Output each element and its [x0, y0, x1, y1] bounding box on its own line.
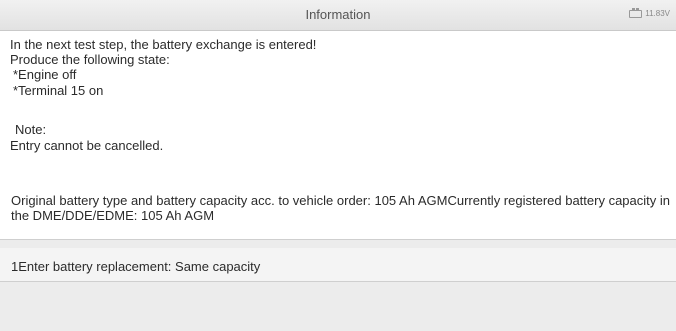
battery-info: Original battery type and battery capaci… — [11, 193, 670, 223]
battery-voltage: 11.83V — [645, 9, 670, 18]
message-panel: In the next test step, the battery excha… — [0, 31, 676, 240]
battery-icon — [629, 7, 643, 18]
page-title: Information — [305, 7, 371, 22]
message-line-4: *Terminal 15 on — [13, 83, 104, 98]
message-line-1: In the next test step, the battery excha… — [10, 37, 317, 52]
option-label: 1Enter battery replacement: Same capacit… — [11, 259, 261, 274]
message-line-3: *Engine off — [13, 67, 77, 82]
title-bar: Information 11.83V — [0, 0, 676, 31]
option-battery-replacement-same-capacity[interactable]: 1Enter battery replacement: Same capacit… — [0, 248, 676, 282]
battery-status: 11.83V — [629, 7, 670, 18]
message-line-2: Produce the following state: — [10, 52, 170, 67]
note-text: Entry cannot be cancelled. — [10, 138, 164, 153]
note-label: Note: — [15, 122, 47, 137]
